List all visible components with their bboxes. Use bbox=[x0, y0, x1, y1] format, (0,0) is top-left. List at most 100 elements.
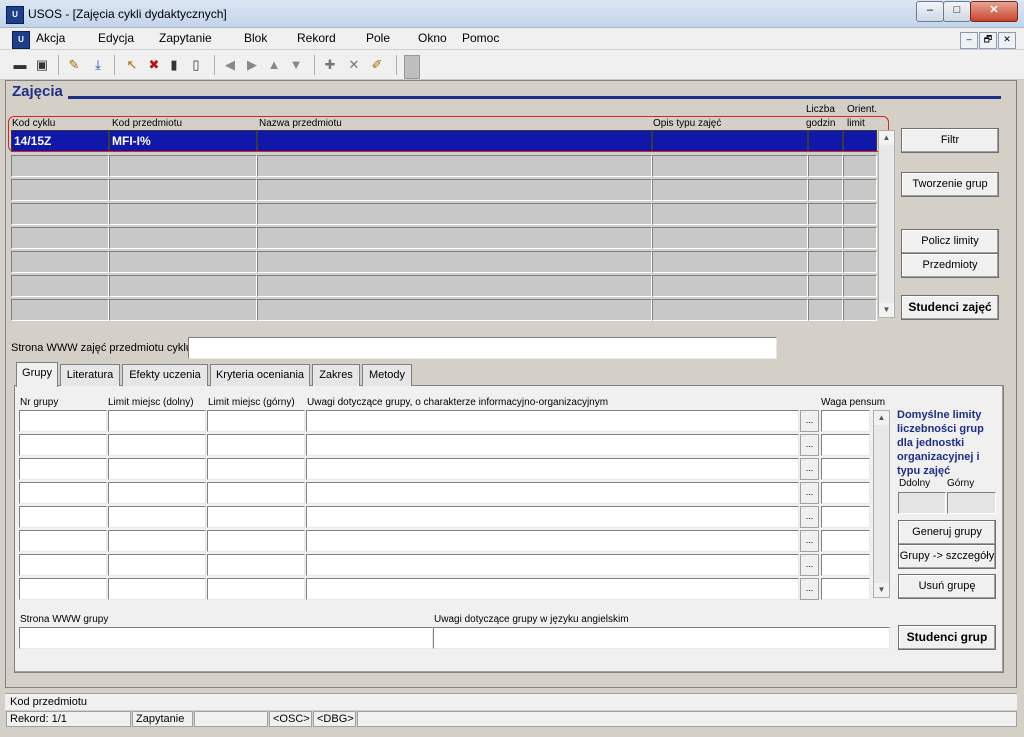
group-uwagi-field[interactable] bbox=[306, 434, 799, 456]
group-uwagi-field[interactable] bbox=[306, 554, 799, 576]
cell-kod-cyklu[interactable] bbox=[11, 251, 109, 273]
tab-grupy[interactable]: Grupy bbox=[16, 362, 58, 387]
menu-okno[interactable]: Okno bbox=[418, 31, 447, 45]
ellipsis-button[interactable]: ... bbox=[800, 482, 819, 504]
group-limit-gorny-field[interactable] bbox=[207, 410, 305, 432]
group-waga-field[interactable] bbox=[821, 458, 870, 480]
group-limit-gorny-field[interactable] bbox=[207, 434, 305, 456]
cell-kod-przedmiotu[interactable] bbox=[109, 179, 257, 201]
scroll-down-icon[interactable]: ▼ bbox=[879, 303, 894, 317]
studenci-zajec-button[interactable]: Studenci zajęć bbox=[901, 295, 999, 320]
download-icon[interactable]: ⤓ bbox=[88, 55, 108, 75]
cell-kod-cyklu[interactable] bbox=[11, 155, 109, 177]
cell-liczba-godzin[interactable] bbox=[808, 155, 843, 177]
cell-liczba-godzin[interactable] bbox=[808, 299, 843, 321]
mdi-minimize-button[interactable]: – bbox=[960, 32, 978, 49]
chart2-icon[interactable]: ▯ bbox=[186, 55, 206, 75]
tworzenie-grup-button[interactable]: Tworzenie grup bbox=[901, 172, 999, 197]
cancel-query-icon[interactable]: ✖ bbox=[144, 55, 164, 75]
tab-efekty-uczenia[interactable]: Efekty uczenia bbox=[122, 364, 208, 386]
group-limit-dolny-field[interactable] bbox=[108, 458, 206, 480]
group-waga-field[interactable] bbox=[821, 434, 870, 456]
chart-icon[interactable]: ▮ bbox=[164, 55, 184, 75]
next-icon[interactable]: ▶ bbox=[242, 55, 262, 75]
cell-orient-limit[interactable] bbox=[843, 203, 877, 225]
menu-zapytanie[interactable]: Zapytanie bbox=[159, 31, 212, 45]
group-limit-gorny-field[interactable] bbox=[207, 506, 305, 528]
group-uwagi-field[interactable] bbox=[306, 530, 799, 552]
www-grupy-input[interactable] bbox=[19, 627, 433, 649]
group-uwagi-field[interactable] bbox=[306, 578, 799, 600]
mdi-close-button[interactable]: ✕ bbox=[998, 32, 1016, 49]
group-limit-dolny-field[interactable] bbox=[108, 482, 206, 504]
grupy-szczegoly-button[interactable]: Grupy -> szczegóły bbox=[898, 544, 996, 569]
cell-kod-cyklu[interactable] bbox=[11, 299, 109, 321]
cell-kod-przedmiotu[interactable] bbox=[109, 275, 257, 297]
uwagi-en-input[interactable] bbox=[433, 627, 890, 649]
group-nr-field[interactable] bbox=[19, 410, 107, 432]
group-uwagi-field[interactable] bbox=[306, 506, 799, 528]
tab-literatura[interactable]: Literatura bbox=[60, 364, 120, 386]
cell-nazwa-przedmiotu[interactable] bbox=[257, 155, 652, 177]
group-limit-dolny-field[interactable] bbox=[108, 506, 206, 528]
up-icon[interactable]: ▲ bbox=[264, 55, 284, 75]
tab-metody[interactable]: Metody bbox=[362, 364, 412, 386]
przedmioty-button[interactable]: Przedmioty bbox=[901, 253, 999, 278]
tab-zakres[interactable]: Zakres bbox=[312, 364, 360, 386]
cell-opis-typu[interactable] bbox=[652, 179, 808, 201]
cell-kod-przedmiotu[interactable] bbox=[109, 203, 257, 225]
down-icon[interactable]: ▼ bbox=[286, 55, 306, 75]
cell-orient-limit[interactable] bbox=[843, 155, 877, 177]
group-waga-field[interactable] bbox=[821, 530, 870, 552]
menu-akcja[interactable]: Akcja bbox=[36, 31, 65, 45]
group-waga-field[interactable] bbox=[821, 410, 870, 432]
close-button[interactable]: ✕ bbox=[970, 1, 1018, 22]
ellipsis-button[interactable]: ... bbox=[800, 434, 819, 456]
group-limit-dolny-field[interactable] bbox=[108, 554, 206, 576]
prev-icon[interactable]: ◀ bbox=[220, 55, 240, 75]
ellipsis-button[interactable]: ... bbox=[800, 458, 819, 480]
group-limit-gorny-field[interactable] bbox=[207, 530, 305, 552]
query-icon[interactable]: ↖ bbox=[122, 55, 142, 75]
cell-kod-przedmiotu[interactable] bbox=[109, 299, 257, 321]
group-nr-field[interactable] bbox=[19, 554, 107, 576]
ellipsis-button[interactable]: ... bbox=[800, 506, 819, 528]
group-uwagi-field[interactable] bbox=[306, 458, 799, 480]
group-limit-dolny-field[interactable] bbox=[108, 530, 206, 552]
top-grid-scrollbar[interactable]: ▲ ▼ bbox=[878, 130, 895, 318]
group-limit-dolny-field[interactable] bbox=[108, 410, 206, 432]
group-nr-field[interactable] bbox=[19, 530, 107, 552]
group-waga-field[interactable] bbox=[821, 506, 870, 528]
cell-kod-cyklu[interactable] bbox=[11, 203, 109, 225]
group-nr-field[interactable] bbox=[19, 434, 107, 456]
insert-icon[interactable]: ✚ bbox=[320, 55, 340, 75]
cell-nazwa-przedmiotu[interactable] bbox=[257, 203, 652, 225]
cell-orient-limit[interactable] bbox=[843, 227, 877, 249]
group-limit-dolny-field[interactable] bbox=[108, 578, 206, 600]
cell-nazwa-przedmiotu[interactable] bbox=[257, 227, 652, 249]
cell-opis-typu[interactable] bbox=[652, 251, 808, 273]
cell-kod-przedmiotu[interactable] bbox=[109, 227, 257, 249]
usun-grupe-button[interactable]: Usuń grupę bbox=[898, 574, 996, 599]
clear-icon[interactable]: ✐ bbox=[367, 55, 387, 75]
group-limit-dolny-field[interactable] bbox=[108, 434, 206, 456]
group-waga-field[interactable] bbox=[821, 554, 870, 576]
group-limit-gorny-field[interactable] bbox=[207, 458, 305, 480]
cell-opis-typu[interactable] bbox=[652, 227, 808, 249]
group-nr-field[interactable] bbox=[19, 458, 107, 480]
cell-opis-typu[interactable] bbox=[652, 203, 808, 225]
group-waga-field[interactable] bbox=[821, 482, 870, 504]
cell-nazwa-przedmiotu[interactable] bbox=[257, 251, 652, 273]
delete-icon[interactable]: ✕ bbox=[344, 55, 364, 75]
cell-liczba-godzin[interactable] bbox=[808, 179, 843, 201]
save-icon[interactable]: ▬ bbox=[10, 55, 30, 75]
www-input[interactable] bbox=[188, 337, 777, 359]
generuj-grupy-button[interactable]: Generuj grupy bbox=[898, 520, 996, 545]
menu-edycja[interactable]: Edycja bbox=[98, 31, 134, 45]
cell-nazwa-przedmiotu[interactable] bbox=[257, 275, 652, 297]
mdi-restore-button[interactable]: 🗗 bbox=[979, 32, 997, 49]
menu-pomoc[interactable]: Pomoc bbox=[462, 31, 499, 45]
maximize-button[interactable]: □ bbox=[943, 1, 971, 22]
scroll-up-icon[interactable]: ▲ bbox=[874, 411, 889, 425]
group-nr-field[interactable] bbox=[19, 482, 107, 504]
